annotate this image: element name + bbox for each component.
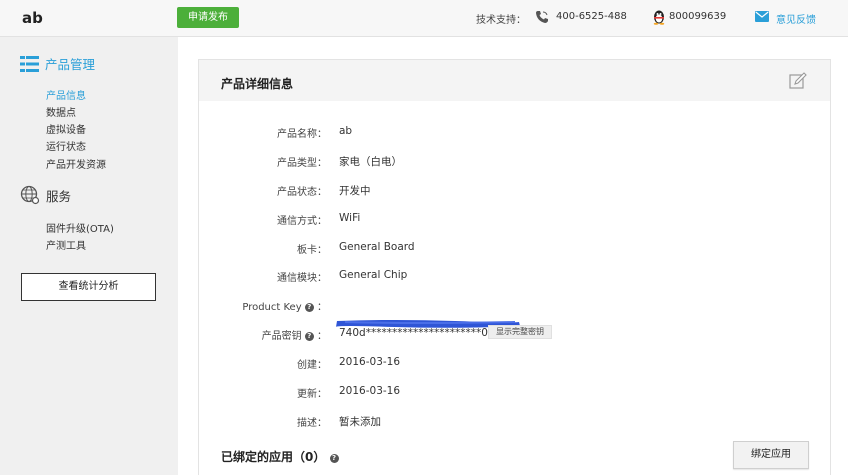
bound-apps-title: 已绑定的应用（0） ? <box>221 448 339 465</box>
globe-icon <box>20 185 40 205</box>
description-value: 暂未添加 <box>339 416 381 428</box>
support-phone: 400-6525-488 <box>556 11 627 22</box>
product-secret-text: 产品密钥 <box>261 331 302 342</box>
description-label: 描述： <box>297 418 327 429</box>
sidebar-item-virtual-device[interactable]: 虚拟设备 <box>46 121 86 136</box>
product-list-icon <box>20 55 39 72</box>
phone-icon <box>536 11 548 23</box>
help-icon[interactable]: ? <box>304 303 314 312</box>
help-icon[interactable]: ? <box>329 454 339 463</box>
created-value: 2016-03-16 <box>339 356 401 368</box>
page-title: 产品详细信息 <box>221 77 294 91</box>
bind-app-button[interactable]: 绑定应用 <box>733 441 809 469</box>
support-label: 技术支持： <box>476 15 526 26</box>
sidebar-item-datapoints[interactable]: 数据点 <box>46 104 76 119</box>
product-key-label: Product Key ? ： <box>242 298 327 313</box>
product-secret-colon: ： <box>317 331 327 342</box>
section-service-label: 服务 <box>46 188 72 204</box>
product-secret-label: 产品密钥 ? ： <box>262 327 327 342</box>
card-header: 产品详细信息 <box>199 60 830 101</box>
top-bar: ab 申请发布 技术支持： 400-6525-488 800099639 意见反… <box>0 0 848 37</box>
product-type-value: 家电（白电） <box>339 156 402 168</box>
comm-method-label: 通信方式： <box>277 216 327 227</box>
comm-method-value: WiFi <box>339 212 361 224</box>
board-label: 板卡： <box>297 245 327 256</box>
section-product-management[interactable]: 产品管理 <box>20 54 95 73</box>
product-name-label: 产品名称： <box>277 129 327 140</box>
product-secret-value: 740d**********************0cf4 <box>339 327 505 339</box>
sidebar-item-ota[interactable]: 固件升级(OTA) <box>46 220 114 235</box>
view-statistics-button[interactable]: 查看统计分析 <box>21 273 156 301</box>
sidebar-item-dev-resources[interactable]: 产品开发资源 <box>46 156 106 171</box>
mail-icon <box>755 11 769 22</box>
product-name-brand: ab <box>22 9 43 27</box>
section-service[interactable]: 服务 <box>20 185 71 205</box>
updated-label: 更新： <box>297 389 327 400</box>
created-label: 创建： <box>297 360 327 371</box>
comm-module-value: General Chip <box>339 269 408 281</box>
show-full-secret-button[interactable]: 显示完整密钥 <box>488 325 552 339</box>
product-name-value: ab <box>339 125 353 137</box>
updated-value: 2016-03-16 <box>339 385 401 397</box>
product-type-label: 产品类型： <box>277 158 327 169</box>
help-icon[interactable]: ? <box>304 332 314 341</box>
feedback-link[interactable]: 意见反馈 <box>776 11 816 26</box>
support-qq: 800099639 <box>669 11 727 22</box>
board-value: General Board <box>339 241 415 253</box>
sidebar-item-product-info[interactable]: 产品信息 <box>46 87 86 102</box>
product-status-label: 产品状态： <box>277 187 327 198</box>
publish-button[interactable]: 申请发布 <box>177 7 239 28</box>
product-key-colon: ： <box>317 302 327 313</box>
qq-penguin-icon <box>653 10 665 25</box>
comm-module-label: 通信模块： <box>277 273 327 284</box>
section-product-management-label: 产品管理 <box>45 57 96 72</box>
sidebar-item-test-tools[interactable]: 产测工具 <box>46 237 86 252</box>
edit-icon[interactable] <box>789 72 807 90</box>
sidebar: 产品管理 产品信息 数据点 虚拟设备 运行状态 产品开发资源 服务 固件升级(O… <box>0 37 178 475</box>
bound-apps-title-text: 已绑定的应用（0） <box>221 450 326 464</box>
product-status-value: 开发中 <box>339 185 371 197</box>
product-key-text: Product Key <box>242 302 302 313</box>
product-detail-card: 产品详细信息 产品名称： ab 产品类型： 家电（白电） 产品状态： 开发中 通… <box>198 59 831 475</box>
main-content: 产品详细信息 产品名称： ab 产品类型： 家电（白电） 产品状态： 开发中 通… <box>178 37 848 475</box>
sidebar-item-run-status[interactable]: 运行状态 <box>46 138 86 153</box>
